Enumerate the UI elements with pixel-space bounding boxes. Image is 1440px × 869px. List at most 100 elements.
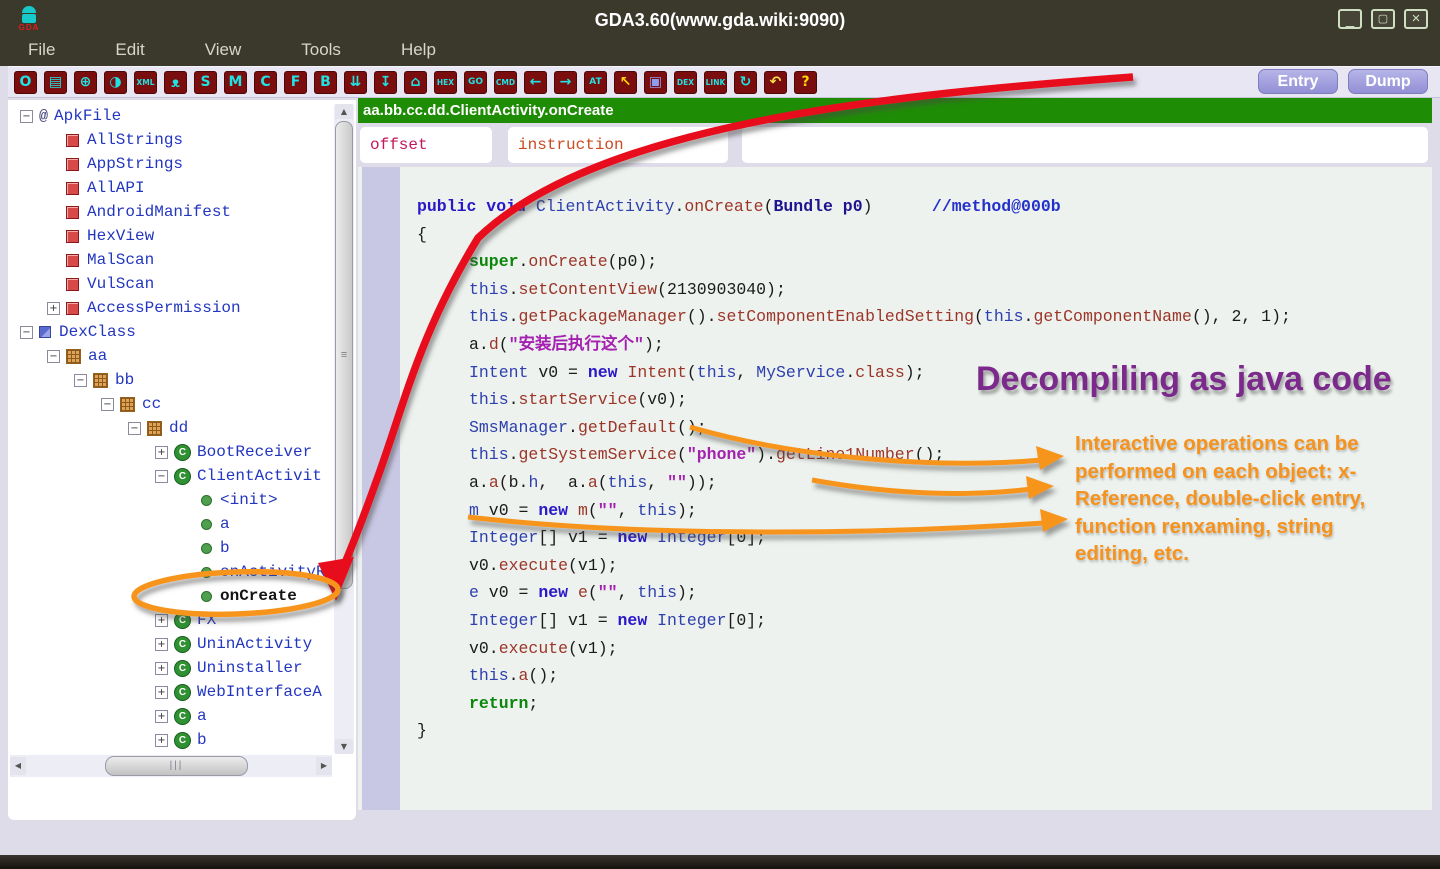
tree-item-appstrings[interactable]: AppStrings bbox=[10, 152, 332, 176]
maximize-button[interactable]: ▢ bbox=[1371, 9, 1395, 29]
dex-icon[interactable]: DEX bbox=[674, 71, 697, 94]
tree-item-a[interactable]: +Ca bbox=[10, 704, 332, 728]
expand-toggle[interactable]: + bbox=[155, 662, 168, 675]
tree-item-oncreate[interactable]: onCreate bbox=[10, 584, 332, 608]
tree-vertical-scrollbar[interactable]: ▲ ≡ ▼ bbox=[334, 104, 354, 754]
module-icon bbox=[66, 302, 79, 315]
tree-item-fx[interactable]: +CFX bbox=[10, 608, 332, 632]
code-line-18[interactable]: this.a(); bbox=[404, 662, 1432, 690]
menu-help[interactable]: Help bbox=[395, 38, 442, 62]
refresh-icon[interactable]: ↻ bbox=[734, 71, 757, 94]
library-icon[interactable]: ⌂ bbox=[404, 71, 427, 94]
save-icon[interactable]: ▤ bbox=[44, 71, 67, 94]
code-line-5[interactable]: this.getPackageManager().setComponentEna… bbox=[404, 303, 1432, 331]
tree-horizontal-scrollbar[interactable]: ◀ ||| ▶ bbox=[10, 755, 332, 777]
cursor-star-icon[interactable]: ↖ bbox=[614, 71, 637, 94]
tree-item-malscan[interactable]: MalScan bbox=[10, 248, 332, 272]
tree-item-b[interactable]: b bbox=[10, 536, 332, 560]
tree-item-webinterfacea[interactable]: +CWebInterfaceA bbox=[10, 680, 332, 704]
menu-file[interactable]: File bbox=[22, 38, 61, 62]
expand-toggle[interactable]: + bbox=[155, 686, 168, 699]
tree-item-hexview[interactable]: HexView bbox=[10, 224, 332, 248]
android-manifest-icon[interactable]: ᴥ bbox=[164, 71, 187, 94]
expand-toggle[interactable]: + bbox=[155, 446, 168, 459]
tree-item-uninstaller[interactable]: +CUninstaller bbox=[10, 656, 332, 680]
menu-view[interactable]: View bbox=[199, 38, 248, 62]
tree-item-bb[interactable]: −bb bbox=[10, 368, 332, 392]
tree-item-allstrings[interactable]: AllStrings bbox=[10, 128, 332, 152]
code-line-17[interactable]: v0.execute(v1); bbox=[404, 635, 1432, 663]
tree-item-bootreceiver[interactable]: +CBootReceiver bbox=[10, 440, 332, 464]
code-line-19[interactable]: return; bbox=[404, 690, 1432, 718]
xml-icon[interactable]: XML bbox=[134, 71, 157, 94]
expand-toggle[interactable]: + bbox=[155, 710, 168, 723]
tree-item-allapi[interactable]: AllAPI bbox=[10, 176, 332, 200]
tree-item-vulscan[interactable]: VulScan bbox=[10, 272, 332, 296]
collapse-toggle[interactable]: − bbox=[128, 422, 141, 435]
menu-edit[interactable]: Edit bbox=[109, 38, 150, 62]
collapse-toggle[interactable]: − bbox=[155, 470, 168, 483]
at-icon[interactable]: AT bbox=[584, 71, 607, 94]
link-icon[interactable]: LINK bbox=[704, 71, 727, 94]
scroll-up-arrow[interactable]: ▲ bbox=[335, 104, 353, 119]
vertical-scroll-thumb[interactable]: ≡ bbox=[335, 121, 353, 589]
classes-icon[interactable]: C bbox=[254, 71, 277, 94]
help-icon[interactable]: ? bbox=[794, 71, 817, 94]
menu-tools[interactable]: Tools bbox=[295, 38, 347, 62]
toggle-view-icon[interactable]: ◑ bbox=[104, 71, 127, 94]
forward-icon[interactable]: → bbox=[554, 71, 577, 94]
tree-item-cc[interactable]: −cc bbox=[10, 392, 332, 416]
collapse-toggle[interactable]: − bbox=[101, 398, 114, 411]
fields-icon[interactable]: F bbox=[284, 71, 307, 94]
tree-item-clientactivit[interactable]: −CClientActivit bbox=[10, 464, 332, 488]
tree-item-androidmanifest[interactable]: AndroidManifest bbox=[10, 200, 332, 224]
expand-toggle[interactable]: + bbox=[155, 638, 168, 651]
horizontal-scroll-thumb[interactable]: ||| bbox=[105, 756, 248, 776]
expand-toggle[interactable]: + bbox=[47, 302, 60, 315]
collapse-toggle[interactable]: − bbox=[74, 374, 87, 387]
tree-item-a[interactable]: a bbox=[10, 512, 332, 536]
goto-icon[interactable]: GO bbox=[464, 71, 487, 94]
close-button[interactable]: × bbox=[1404, 9, 1428, 29]
code-line-1[interactable]: public void ClientActivity.onCreate(Bund… bbox=[404, 193, 1432, 221]
code-line-16[interactable]: Integer[] v1 = new Integer[0]; bbox=[404, 607, 1432, 635]
scroll-down-arrow[interactable]: ▼ bbox=[335, 739, 353, 754]
entry-button[interactable]: Entry bbox=[1258, 69, 1338, 94]
dialog-book-icon[interactable]: ▣ bbox=[644, 71, 667, 94]
strings-icon[interactable]: S bbox=[194, 71, 217, 94]
tree-item-init[interactable]: <init> bbox=[10, 488, 332, 512]
code-line-3[interactable]: super.onCreate(p0); bbox=[404, 248, 1432, 276]
tree-item-accesspermission[interactable]: +AccessPermission bbox=[10, 296, 332, 320]
cmd-icon[interactable]: CMD bbox=[494, 71, 517, 94]
tree-item-b[interactable]: +Cb bbox=[10, 728, 332, 752]
code-line-4[interactable]: this.setContentView(2130903040); bbox=[404, 276, 1432, 304]
tree-item-dd[interactable]: −dd bbox=[10, 416, 332, 440]
collapse-toggle[interactable]: − bbox=[20, 326, 33, 339]
dump-button[interactable]: Dump bbox=[1348, 69, 1428, 94]
tree-item-dexclass[interactable]: −DexClass bbox=[10, 320, 332, 344]
back-icon[interactable]: ← bbox=[524, 71, 547, 94]
collapse-toggle[interactable]: − bbox=[47, 350, 60, 363]
undo-icon[interactable]: ↶ bbox=[764, 71, 787, 94]
code-line-20[interactable]: } bbox=[404, 717, 1432, 745]
tree-item-apkfile[interactable]: −@ApkFile bbox=[10, 104, 332, 128]
tree-item-onactivityr[interactable]: onActivityR bbox=[10, 560, 332, 584]
expand-toggle[interactable]: + bbox=[155, 614, 168, 627]
scroll-left-arrow[interactable]: ◀ bbox=[10, 757, 26, 775]
methods-icon[interactable]: M bbox=[224, 71, 247, 94]
code-line-6[interactable]: a.d("安装后执行这个"); bbox=[404, 331, 1432, 359]
collapse-toggle[interactable]: − bbox=[20, 110, 33, 123]
open-icon[interactable]: O bbox=[14, 71, 37, 94]
tree-item-aa[interactable]: −aa bbox=[10, 344, 332, 368]
expand-toggle[interactable]: + bbox=[155, 734, 168, 747]
export-down-icon[interactable]: ↧ bbox=[374, 71, 397, 94]
code-line-2[interactable]: { bbox=[404, 221, 1432, 249]
scroll-right-arrow[interactable]: ▶ bbox=[316, 757, 332, 775]
minimize-button[interactable]: ▁ bbox=[1338, 9, 1362, 29]
bytecode-icon[interactable]: B bbox=[314, 71, 337, 94]
hex-icon[interactable]: HEX bbox=[434, 71, 457, 94]
code-line-15[interactable]: e v0 = new e("", this); bbox=[404, 579, 1432, 607]
tree-item-uninactivity[interactable]: +CUninActivity bbox=[10, 632, 332, 656]
import-down-icon[interactable]: ⇊ bbox=[344, 71, 367, 94]
search-icon[interactable]: ⊕ bbox=[74, 71, 97, 94]
